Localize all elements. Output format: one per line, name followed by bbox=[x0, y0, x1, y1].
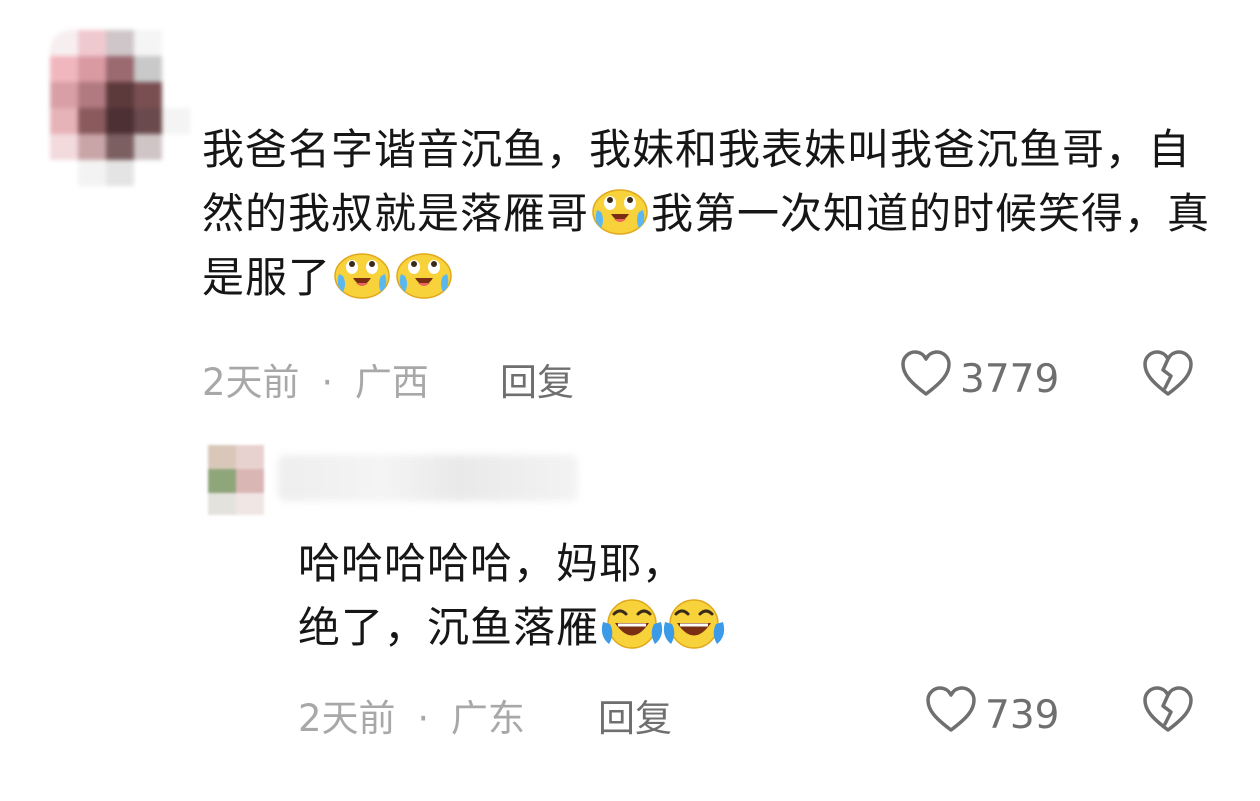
heart-icon bbox=[925, 686, 985, 744]
reply-username[interactable] bbox=[278, 455, 578, 501]
reply-avatar[interactable] bbox=[208, 445, 264, 515]
reply-button[interactable]: 回复 bbox=[500, 352, 574, 406]
broken-heart-icon bbox=[1142, 686, 1194, 738]
comment-text: 我爸名字谐音沉鱼，我妹和我表妹叫我爸沉鱼哥，自然的我叔就是落雁哥 我第一次知道的时… bbox=[202, 118, 1212, 310]
reply-time: 2天前 bbox=[298, 697, 396, 740]
like-button[interactable]: 3779 bbox=[900, 350, 1059, 408]
reply-dislike-button[interactable] bbox=[1142, 686, 1194, 738]
reply-text-line2: 绝了，沉鱼落雁 bbox=[298, 603, 600, 652]
laughing-tears-emoji bbox=[663, 596, 725, 649]
comment-location: 广西 bbox=[354, 361, 429, 404]
broken-heart-icon bbox=[1142, 350, 1194, 402]
reply-like-count: 739 bbox=[985, 692, 1060, 738]
like-count: 3779 bbox=[960, 356, 1060, 402]
laughing-tears-emoji bbox=[601, 596, 663, 649]
comment-meta: 2天前 · 广西 bbox=[202, 352, 429, 406]
meta-separator: · bbox=[417, 697, 430, 740]
crying-face-emoji bbox=[333, 250, 391, 300]
heart-icon bbox=[900, 350, 960, 408]
reply-text-line1: 哈哈哈哈哈，妈耶， bbox=[298, 539, 686, 588]
comment-thread: 我爸名字谐音沉鱼，我妹和我表妹叫我爸沉鱼哥，自然的我叔就是落雁哥 我第一次知道的时… bbox=[0, 0, 1260, 801]
reply-location: 广东 bbox=[450, 697, 525, 740]
crying-face-emoji bbox=[395, 250, 453, 300]
crying-face-emoji bbox=[591, 186, 649, 236]
reply-meta: 2天前 · 广东 bbox=[298, 688, 525, 742]
comment-time: 2天前 bbox=[202, 361, 300, 404]
reply-text: 哈哈哈哈哈，妈耶， 绝了，沉鱼落雁 bbox=[298, 532, 1058, 660]
avatar[interactable] bbox=[50, 30, 190, 190]
meta-separator: · bbox=[321, 361, 334, 404]
dislike-button[interactable] bbox=[1142, 350, 1194, 402]
reply-to-reply-button[interactable]: 回复 bbox=[598, 688, 672, 742]
reply-like-button[interactable]: 739 bbox=[925, 686, 1059, 744]
